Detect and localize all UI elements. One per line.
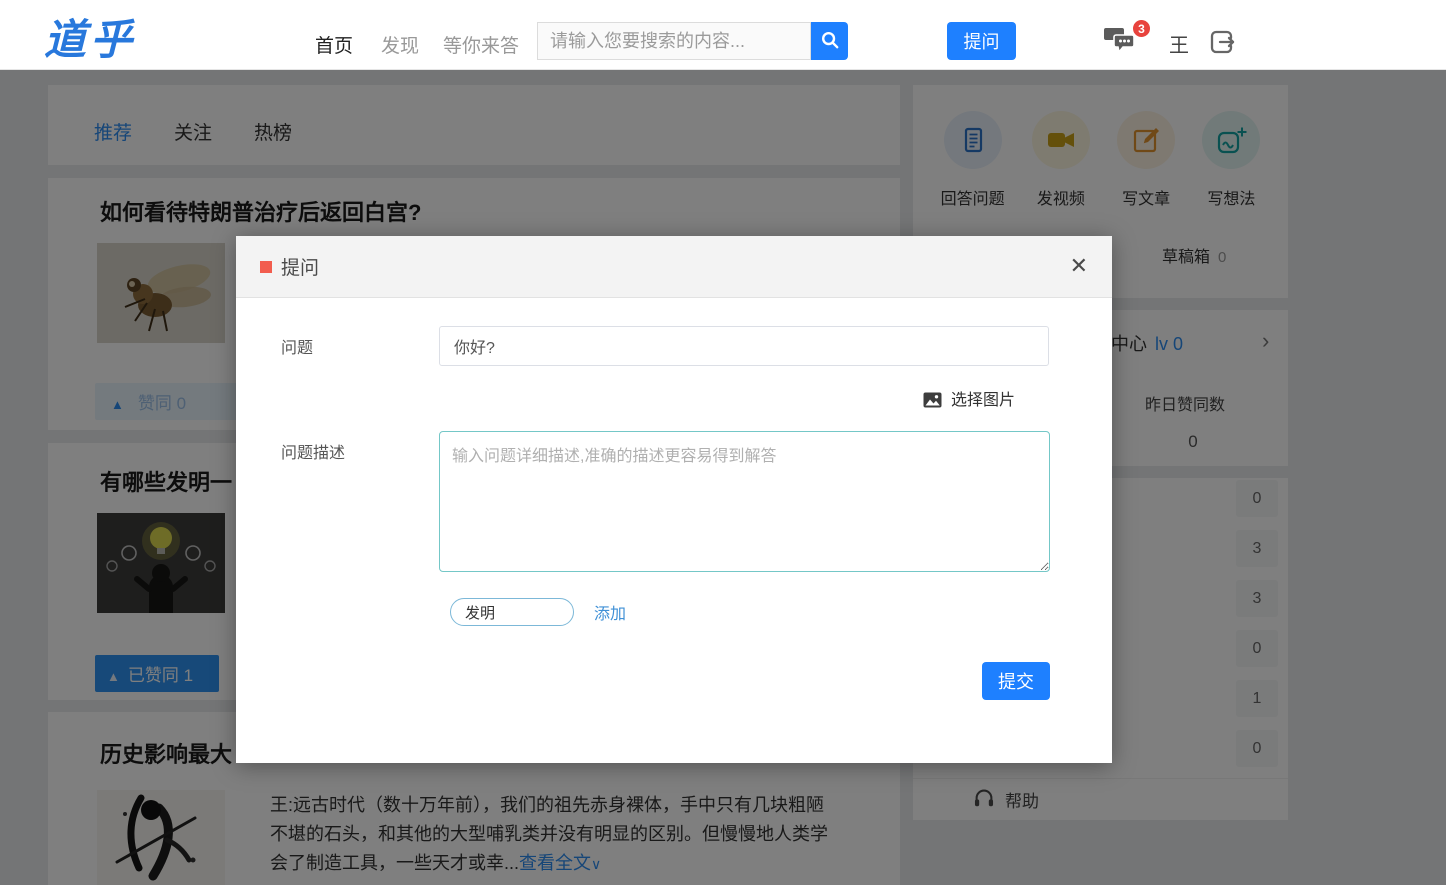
- modal-title: 提问: [281, 258, 320, 279]
- close-icon[interactable]: ✕: [1070, 253, 1088, 279]
- pick-image-label: 选择图片: [950, 392, 1015, 409]
- site-logo[interactable]: 道乎: [44, 6, 136, 67]
- modal-header: 提问: [236, 236, 1112, 298]
- nav-item-home[interactable]: 首页: [315, 31, 353, 58]
- message-count-badge: 3: [1132, 19, 1151, 38]
- tag-input[interactable]: [450, 598, 574, 626]
- question-label: 问题: [281, 340, 314, 357]
- search-icon: [820, 30, 840, 53]
- submit-button[interactable]: 提交: [982, 662, 1050, 700]
- title-accent-square: [260, 260, 272, 273]
- nav-item-waiting-answer[interactable]: 等你来答: [443, 31, 519, 58]
- question-title-input[interactable]: [439, 326, 1049, 366]
- add-tag-link[interactable]: 添加: [594, 600, 626, 624]
- image-icon: [923, 392, 951, 409]
- search-input[interactable]: [537, 22, 811, 60]
- message-icon: [1104, 28, 1138, 60]
- search-box: [537, 22, 848, 60]
- search-button[interactable]: [811, 22, 848, 60]
- nav-item-discover[interactable]: 发现: [381, 31, 419, 58]
- description-label: 问题描述: [281, 445, 346, 462]
- pick-image-link[interactable]: 选择图片: [439, 386, 1049, 410]
- current-user-name[interactable]: 王: [1169, 29, 1189, 58]
- logout-icon[interactable]: [1207, 27, 1237, 62]
- ask-question-modal: 提问 ✕ 问题 选择图片 问题描述 添加 提交: [236, 236, 1112, 763]
- question-description-textarea[interactable]: [439, 431, 1050, 572]
- messages-button[interactable]: 3: [1104, 19, 1152, 60]
- ask-question-button[interactable]: 提问: [947, 22, 1016, 60]
- top-navbar: 道乎 首页 发现 等你来答 提问 3 王: [0, 0, 1446, 70]
